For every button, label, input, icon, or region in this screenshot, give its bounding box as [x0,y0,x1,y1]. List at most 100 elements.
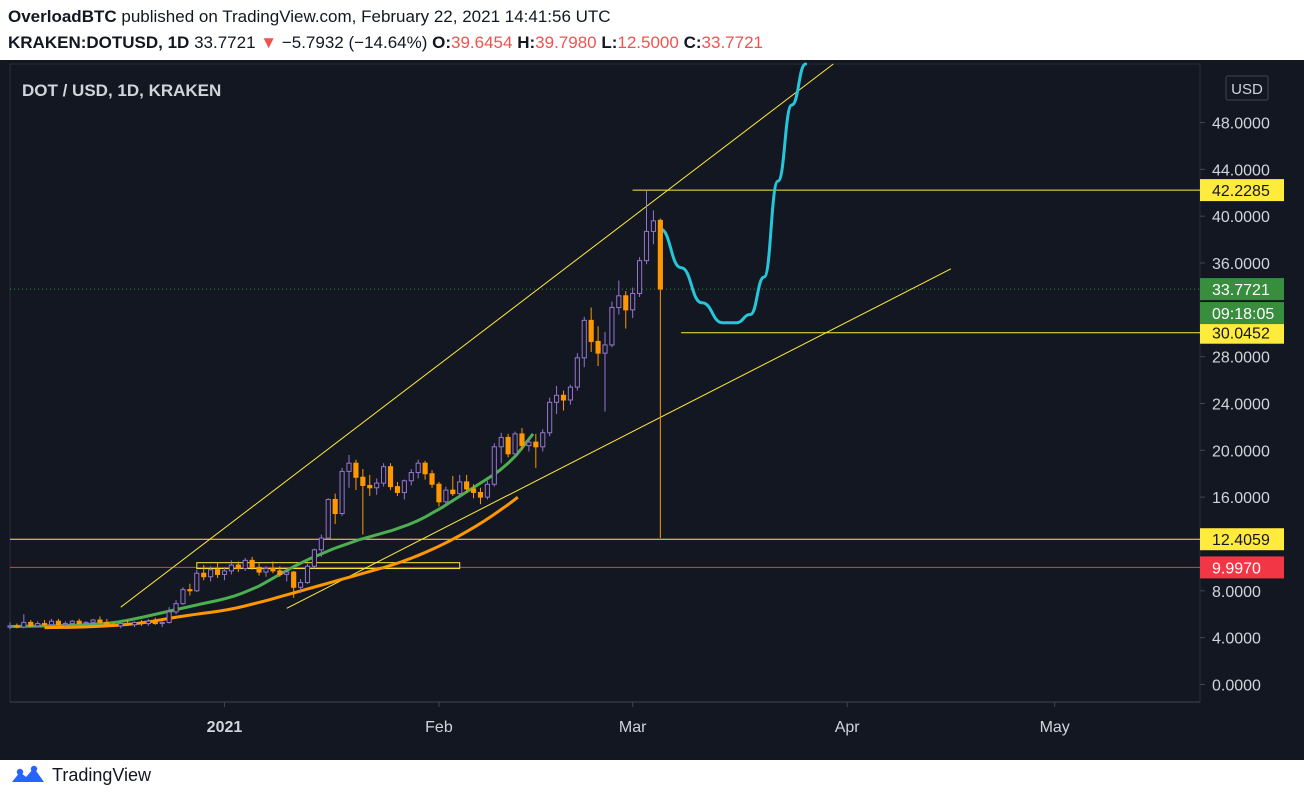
candle-body [235,564,241,570]
candle-body [422,462,428,475]
candle-body [505,436,511,455]
symbol-ohlc-line: KRAKEN:DOTUSD, 1D 33.7721 ▼ −5.7932 (−14… [8,33,763,53]
candle-body [547,401,553,434]
candle-body [97,619,103,623]
candle-body [526,441,532,447]
price-tag-label: 09:18:05 [1212,306,1274,323]
candle-body [214,569,221,575]
candle-body [408,472,414,482]
candle-body [560,394,567,401]
down-arrow-icon: ▼ [260,33,278,52]
y-tick-label: 28.0000 [1212,350,1270,367]
candle-body [353,462,359,478]
candle-body [360,476,366,486]
candle-body [443,489,449,503]
candle-body [553,394,560,403]
change-value: −5.7932 (−14.64%) [281,33,428,52]
y-tick-label: 40.0000 [1212,209,1270,226]
open-label: O: [432,33,452,52]
currency-label[interactable]: USD [1231,81,1263,98]
y-tick-label: 20.0000 [1212,443,1270,460]
candle-body [381,466,387,484]
candle-body [159,621,165,625]
candle-body [152,620,158,625]
candle-body [457,481,463,495]
candle-body [228,564,234,572]
candle-body [394,486,401,493]
candle-body [657,219,663,290]
candle-body [104,621,110,626]
symbol-label: KRAKEN:DOTUSD, 1D [8,33,190,52]
candle-body [173,603,179,613]
candle-body [111,624,117,627]
price-tag-label: 42.2285 [1212,183,1270,200]
candle-body [256,566,262,573]
candle-body [14,625,20,628]
y-tick-label: 36.0000 [1212,256,1270,273]
close-label: C: [683,33,702,52]
candle-body [574,357,580,388]
candle-body [118,623,124,627]
x-tick-label: Feb [425,719,453,736]
high-label: H: [517,33,536,52]
candle-body [623,295,629,311]
low-value: 12.5000 [617,33,679,52]
x-tick-label: Mar [619,719,647,736]
chart-title: DOT / USD, 1D, KRAKEN [22,81,221,100]
y-tick-label: 44.0000 [1212,162,1270,179]
x-tick-label: 2021 [207,719,243,736]
candle-body [595,340,601,354]
candle-body [83,621,89,625]
candle-body [138,621,145,625]
candle-body [630,292,636,311]
low-label: L: [601,33,618,52]
candle-body [69,620,75,625]
brand-name: TradingView [52,764,152,785]
close-value: 33.7721 [701,33,763,52]
candle-body [464,481,470,490]
candle-body [201,572,207,578]
candle-body [616,295,622,308]
candle-body [318,537,324,551]
price-chart[interactable]: 0.0000 4.0000 8.0000 16.0000 20.0000 24.0000 2… [0,60,1304,760]
candle-body [42,623,48,626]
candle-body [332,498,338,515]
price-tag-label: 12.4059 [1212,532,1270,549]
price-tag-label: 9.9970 [1212,560,1261,577]
candle-body [35,623,41,627]
candle-body [477,491,484,498]
candle-body [637,260,643,294]
candle-body [450,489,456,495]
chart-background [0,60,1304,760]
candle-body [436,483,442,503]
candle-body [270,568,276,572]
candle-body [484,483,490,498]
candle-body [512,433,518,455]
last-price-value: 33.7721 [194,33,256,52]
candle-body [242,559,248,570]
candle-body [325,498,331,539]
candle-body [284,571,290,575]
candle-body [187,589,193,592]
candle-body [304,565,311,584]
footer-brand: TradingView [10,764,151,786]
candle-body [346,462,352,472]
y-tick-label: 24.0000 [1212,396,1270,413]
candle-body [533,441,539,448]
high-value: 39.7980 [535,33,597,52]
candle-body [76,620,82,625]
y-tick-label: 8.0000 [1212,584,1261,601]
open-value: 39.6454 [451,33,513,52]
candle-body [367,484,373,489]
candle-body [180,589,186,605]
candle-body [21,621,27,628]
candle-body [48,620,55,626]
y-tick-label: 48.0000 [1212,116,1270,133]
tradingview-logo-icon [12,765,44,782]
candle-body [311,549,317,567]
candle-body [429,473,435,485]
candle-body [277,570,283,575]
candle-body [291,571,297,588]
candle-body [90,619,96,623]
candle-body [7,625,13,628]
